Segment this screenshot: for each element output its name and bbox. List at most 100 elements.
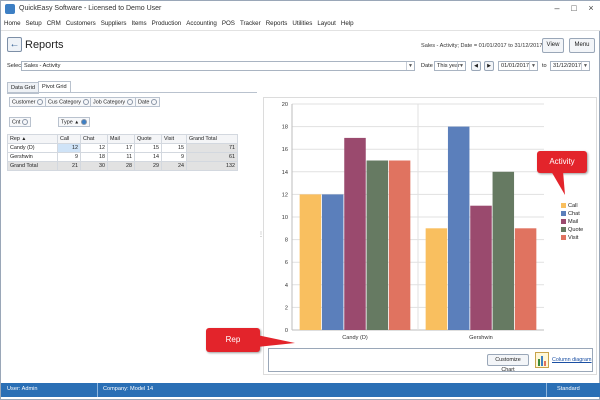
filter-field-customer[interactable]: Customer (9, 97, 47, 108)
table-cell[interactable]: 29 (134, 161, 162, 171)
column-field-type[interactable]: Type ▲ (58, 117, 91, 128)
bar-chart: 02468101214161820Candy (D) Gershwin (282, 102, 544, 341)
menu-button[interactable]: Menu (569, 38, 595, 53)
calendar-dropdown-icon: ▼ (529, 62, 537, 70)
y-tick-label: 12 (282, 192, 288, 198)
row-field-rep[interactable]: Rep ▲ (7, 134, 58, 144)
column-diagram-glyph (538, 356, 546, 366)
report-select[interactable]: Sales - Activity ▼ (21, 61, 415, 71)
filter-field-cus-category[interactable]: Cus Category (45, 97, 92, 108)
column-header[interactable]: Visit (161, 134, 187, 144)
table-cell[interactable]: 12 (80, 143, 108, 153)
bar-visit-1 (388, 160, 411, 330)
table-cell[interactable]: 28 (107, 161, 135, 171)
tab-divider (7, 92, 257, 93)
menu-pos[interactable]: POS (219, 18, 237, 27)
table-cell[interactable]: 15 (134, 143, 162, 153)
table-cell[interactable]: 14 (134, 152, 162, 162)
legend-label: Chat (568, 211, 580, 217)
table-cell[interactable]: 30 (80, 161, 108, 171)
column-header[interactable]: Grand Total (186, 134, 238, 144)
table-cell[interactable]: 9 (161, 152, 187, 162)
filter-field-job-category[interactable]: Job Category (90, 97, 137, 108)
filter-date-label: Date (138, 99, 150, 106)
menu-crm[interactable]: CRM (44, 18, 63, 27)
maximize-button[interactable]: □ (566, 3, 582, 15)
from-date-value: 01/01/2017 (501, 63, 529, 69)
bar-quote-2 (492, 171, 515, 330)
table-cell[interactable]: 12 (57, 143, 81, 153)
table-cell[interactable]: 9 (57, 152, 81, 162)
filter-icon (127, 99, 134, 105)
status-user: User: Admin (7, 386, 38, 392)
legend-label: Visit (568, 235, 579, 241)
table-cell[interactable]: 17 (107, 143, 135, 153)
customize-chart-button[interactable]: Customize Chart (487, 354, 529, 373)
column-header[interactable]: Chat (80, 134, 108, 144)
menu-reports[interactable]: Reports (263, 18, 290, 27)
title-bar: QuickEasy Software - Licensed to Demo Us… (1, 1, 600, 18)
table-row: Grand Total 21 30 28 29 24 132 (7, 161, 238, 171)
table-cell[interactable]: 11 (107, 152, 135, 162)
y-tick-label: 14 (282, 170, 288, 176)
menu-accounting[interactable]: Accounting (183, 18, 219, 27)
table-cell[interactable]: 132 (186, 161, 238, 171)
filter-icon (82, 99, 89, 105)
app-window: QuickEasy Software - Licensed to Demo Us… (0, 0, 600, 400)
table-cell[interactable]: 15 (161, 143, 187, 153)
legend-swatch (561, 219, 566, 225)
period-select[interactable]: This year ▼ (434, 61, 466, 71)
table-cell[interactable]: 21 (57, 161, 81, 171)
filter-icon (151, 99, 158, 105)
column-header[interactable]: Mail (107, 134, 135, 144)
close-button[interactable]: × (583, 3, 599, 15)
calendar-dropdown-icon: ▼ (581, 62, 589, 70)
filter-field-date[interactable]: Date (135, 97, 161, 108)
status-separator (546, 383, 547, 397)
column-diagram-link[interactable]: Column diagram (552, 357, 592, 363)
minimize-button[interactable]: – (549, 3, 565, 15)
chart-legend: Call Chat Mail Quote Visit (561, 202, 583, 242)
legend-item-visit: Visit (561, 234, 583, 242)
menu-items[interactable]: Items (129, 18, 149, 27)
back-arrow-icon[interactable]: ← (7, 37, 22, 52)
y-tick-label: 18 (282, 125, 288, 131)
column-header[interactable]: Call (57, 134, 81, 144)
table-cell[interactable]: 24 (161, 161, 187, 171)
from-date-field[interactable]: 01/01/2017 ▼ (498, 61, 538, 71)
callout-activity-pointer (551, 171, 565, 195)
data-field-cnt[interactable]: Cnt (9, 117, 32, 128)
view-button[interactable]: View (542, 38, 564, 53)
prev-period-button[interactable]: ◀ (471, 61, 481, 71)
legend-swatch (561, 235, 566, 241)
callout-rep: Rep (206, 328, 260, 352)
x-tick-label: Gershwin (469, 335, 493, 341)
to-date-field[interactable]: 31/12/2017 ▼ (550, 61, 590, 71)
table-cell[interactable]: 71 (186, 143, 238, 153)
row-header[interactable]: Candy (D) (7, 143, 58, 153)
menu-home[interactable]: Home (1, 18, 23, 27)
row-header[interactable]: Grand Total (7, 161, 58, 171)
next-period-button[interactable]: ▶ (484, 61, 494, 71)
bar-mail-1 (344, 137, 366, 330)
menu-utilities[interactable]: Utilities (289, 18, 314, 27)
column-header[interactable]: Quote (134, 134, 162, 144)
row-header[interactable]: Gershwin (7, 152, 58, 162)
menu-setup[interactable]: Setup (23, 18, 44, 27)
menu-layout[interactable]: Layout (314, 18, 338, 27)
menu-customers[interactable]: Customers (63, 18, 98, 27)
table-cell[interactable]: 61 (186, 152, 238, 162)
menu-suppliers[interactable]: Suppliers (98, 18, 129, 27)
y-tick-label: 16 (282, 147, 288, 153)
menu-help[interactable]: Help (338, 18, 356, 27)
column-diagram-icon[interactable] (535, 352, 549, 368)
legend-swatch (561, 203, 566, 209)
menu-production[interactable]: Production (149, 18, 184, 27)
menu-tracker[interactable]: Tracker (237, 18, 263, 27)
table-cell[interactable]: 18 (80, 152, 108, 162)
legend-item-mail: Mail (561, 218, 583, 226)
column-field-label: Type (61, 119, 73, 126)
callout-activity: Activity (537, 151, 587, 173)
menu-bar: Home Setup CRM Customers Suppliers Items Produ… (1, 18, 600, 31)
report-select-value: Sales - Activity (24, 63, 61, 69)
